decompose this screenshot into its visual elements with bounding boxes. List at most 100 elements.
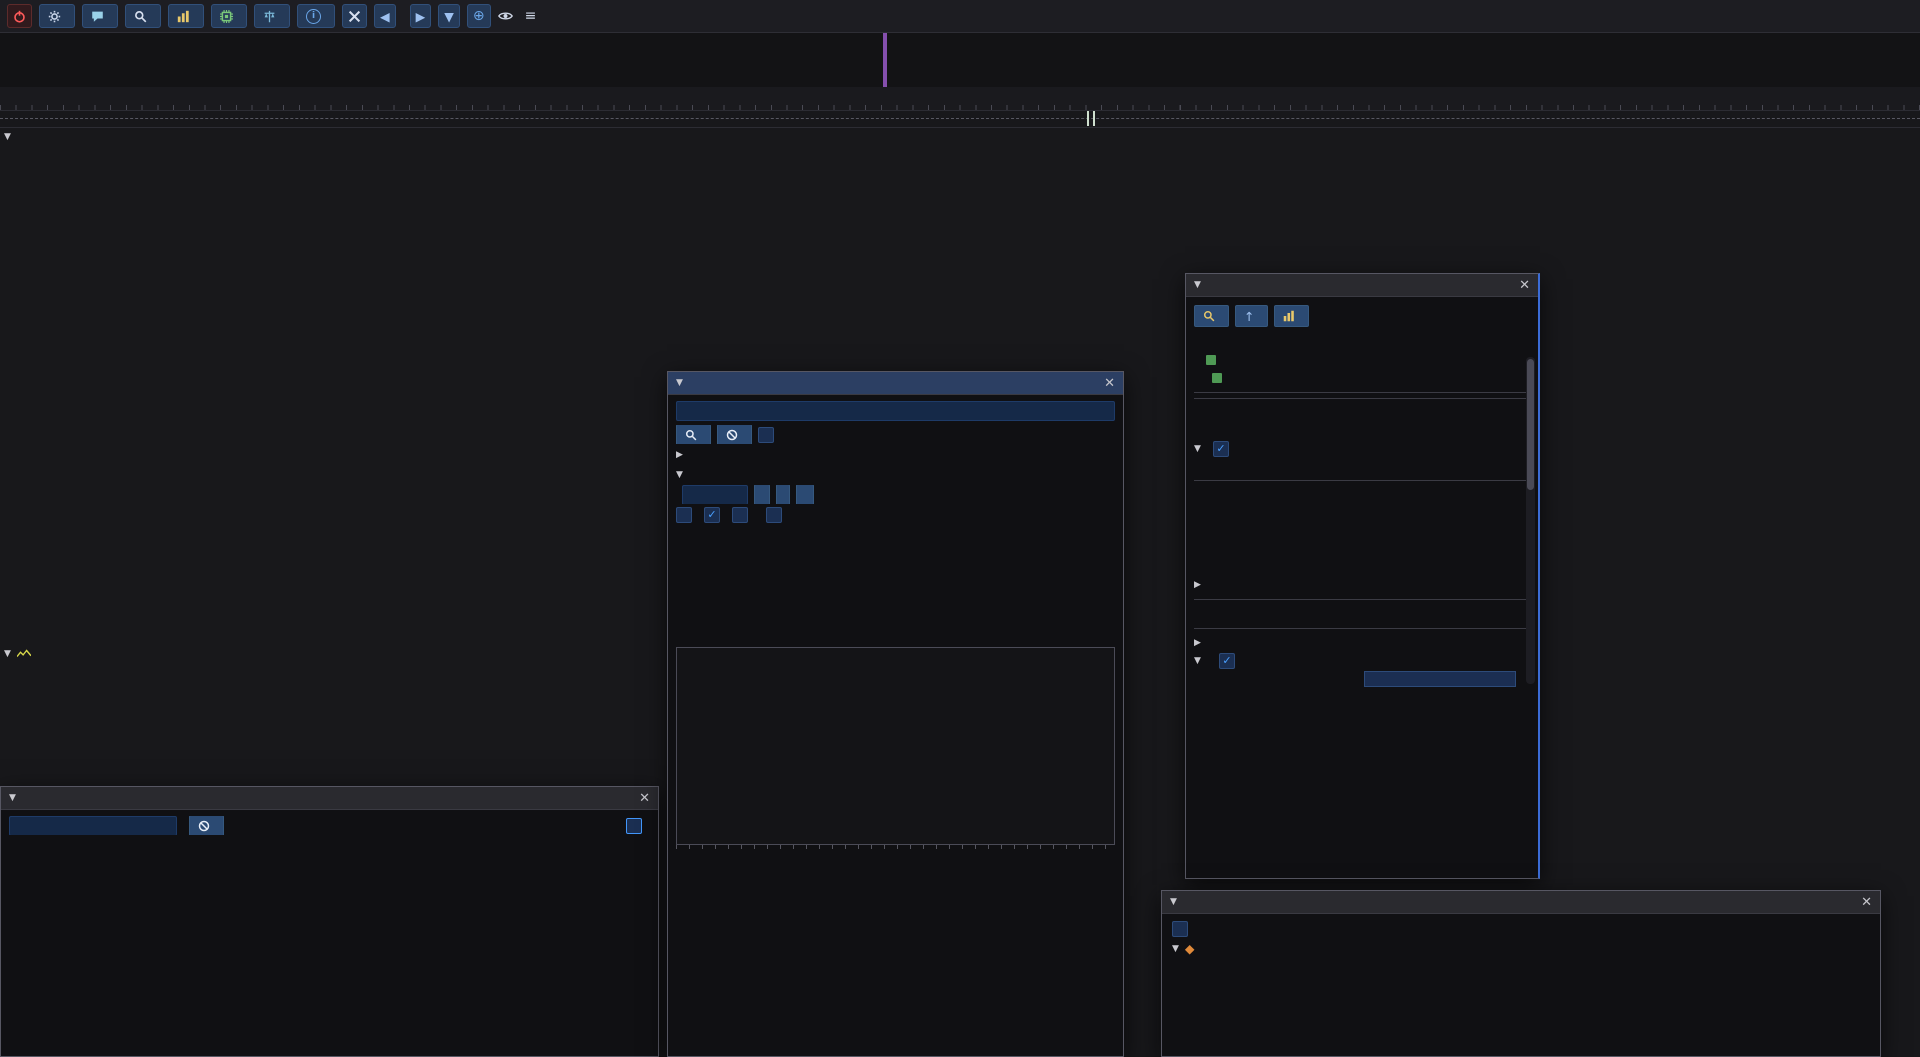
search-icon <box>685 429 697 441</box>
collapse-icon[interactable]: ▼ <box>4 649 11 659</box>
plot-icon <box>17 649 31 659</box>
bar-chart-icon <box>1283 310 1295 322</box>
search-input[interactable] <box>676 401 1115 421</box>
frame-overview-strip[interactable] <box>0 33 1920 88</box>
zoom-icon <box>1203 310 1215 322</box>
power-icon <box>13 10 26 23</box>
group-children-checkbox[interactable]: ✓ <box>1219 653 1235 669</box>
collapse-icon[interactable]: ▼ <box>1194 656 1201 666</box>
statistics-button[interactable] <box>168 4 204 28</box>
find-zone-titlebar[interactable]: ▼ ✕ <box>668 372 1123 395</box>
cumulate-time-checkbox[interactable]: ✓ <box>732 507 748 523</box>
collapse-icon[interactable]: ▼ <box>676 470 683 480</box>
menu-icon: ≡ <box>525 8 537 24</box>
compare-icon <box>263 10 276 23</box>
clear-button[interactable] <box>717 425 752 444</box>
memory-window: ▼ ✕ ✓ ▼ ◆ <box>1161 890 1881 1057</box>
elapsed-indicator: ≡ <box>525 8 542 24</box>
self-time-checkbox[interactable]: ✓ <box>766 507 782 523</box>
expand-icon[interactable]: ▶ <box>1194 638 1201 648</box>
info-icon: i <box>306 9 321 24</box>
collapse-icon[interactable]: ▼ <box>4 132 11 142</box>
memory-button[interactable] <box>211 4 247 28</box>
statistics-button[interactable] <box>1274 305 1309 327</box>
clear-icon <box>198 820 210 832</box>
memory-titlebar[interactable]: ▼ ✕ <box>1162 891 1880 914</box>
collapse-icon[interactable]: ▼ <box>1194 280 1201 290</box>
next-frame-button[interactable]: ▶ <box>410 4 432 28</box>
reset-button[interactable] <box>796 485 814 504</box>
histogram-range-row <box>676 864 1115 882</box>
allocations-table-header[interactable] <box>1162 959 1880 978</box>
collapse-icon[interactable]: ▼ <box>9 793 16 803</box>
close-icon[interactable]: ✕ <box>1861 896 1872 909</box>
messages-button[interactable] <box>82 4 118 28</box>
expand-icon[interactable]: ▶ <box>1194 580 1201 590</box>
crosshair-button[interactable]: ⊕ <box>467 4 491 28</box>
zone-info-titlebar[interactable]: ▼ ✕ <box>1186 274 1538 297</box>
go-to-parent-button[interactable]: ↑ <box>1235 305 1268 327</box>
log-values-checkbox[interactable]: ✓ <box>676 507 692 523</box>
min-bin-decrease-button[interactable] <box>754 485 770 504</box>
frame-separator <box>1093 111 1095 126</box>
find-zone-button[interactable] <box>125 4 161 28</box>
log-time-checkbox[interactable]: ✓ <box>704 507 720 523</box>
search-icon <box>134 10 147 23</box>
find-zone-window: ▼ ✕ ✓ ▶ ▼ ✓ ✓ ✓ <box>667 371 1124 1057</box>
info-button[interactable]: i <box>297 4 335 28</box>
jump-down-button[interactable]: ▼ <box>438 4 460 28</box>
statistics-titlebar[interactable]: ▼ ✕ <box>1 787 658 810</box>
memory-plot-line <box>0 661 106 767</box>
scrollbar[interactable] <box>1526 357 1535 684</box>
frame-dash-line <box>0 118 1920 119</box>
histogram-axis-labels <box>676 849 1115 864</box>
frame-separators-row[interactable] <box>0 110 1920 128</box>
self-time-bar <box>1364 671 1516 687</box>
compare-button[interactable] <box>254 4 290 28</box>
close-icon[interactable]: ✕ <box>639 792 650 805</box>
cpu-data-section: ▼ <box>0 128 1920 145</box>
find-button[interactable] <box>676 425 711 444</box>
frame-time-indicator <box>498 10 518 22</box>
collapse-icon[interactable]: ▼ <box>1170 897 1177 907</box>
clear-icon <box>726 429 738 441</box>
stats-option-checkbox[interactable] <box>626 818 642 834</box>
main-toolbar: i ◀ ▶ ▼ ⊕ ≡ <box>0 0 1920 33</box>
time-relative-checkbox[interactable]: ✓ <box>1213 441 1229 457</box>
expand-icon[interactable]: ▶ <box>676 450 683 460</box>
filter-zones-input[interactable] <box>9 816 177 835</box>
scrollbar-thumb[interactable] <box>1527 359 1534 490</box>
min-bin-increase-button[interactable] <box>776 485 790 504</box>
messages-icon <box>91 10 104 23</box>
memory-chip-icon <box>220 10 233 23</box>
collapse-icon[interactable]: ▼ <box>676 378 683 388</box>
close-icon[interactable]: ✕ <box>1104 377 1115 390</box>
cpu-data-header[interactable]: ▼ <box>0 128 1920 145</box>
frame-separator <box>1087 111 1089 126</box>
thread-color-square <box>1212 373 1222 383</box>
eye-icon <box>498 10 513 22</box>
options-button[interactable] <box>39 4 75 28</box>
tools-button[interactable] <box>342 4 367 28</box>
statistics-table-header[interactable] <box>1 836 658 855</box>
ignore-case-checkbox[interactable]: ✓ <box>758 427 774 443</box>
clear-filter-button[interactable] <box>189 816 224 835</box>
up-arrow-icon: ↑ <box>1244 309 1254 324</box>
restrict-time-checkbox[interactable]: ✓ <box>1172 921 1188 937</box>
close-icon[interactable]: ✕ <box>1519 279 1530 292</box>
source-color-square <box>1206 355 1216 365</box>
power-button[interactable] <box>7 4 32 28</box>
find-zone-histogram[interactable] <box>676 647 1115 845</box>
collapse-icon[interactable]: ▼ <box>1194 444 1201 454</box>
zone-info-window: ▼ ✕ ↑ ▼ ✓ ▶ <box>1185 273 1540 879</box>
min-bin-input[interactable] <box>682 485 748 504</box>
zoom-to-zone-button[interactable] <box>1194 305 1229 327</box>
prev-frame-button[interactable]: ◀ <box>374 4 396 28</box>
active-allocations-icon: ◆ <box>1185 941 1195 956</box>
tools-icon <box>348 10 361 23</box>
bar-chart-icon <box>177 10 190 23</box>
tracy-profiler: i ◀ ▶ ▼ ⊕ ≡ ▼ ▼ <box>0 0 1920 1057</box>
collapse-icon[interactable]: ▼ <box>1172 944 1179 954</box>
time-ruler <box>0 87 1920 111</box>
frame-marker[interactable] <box>883 33 887 87</box>
